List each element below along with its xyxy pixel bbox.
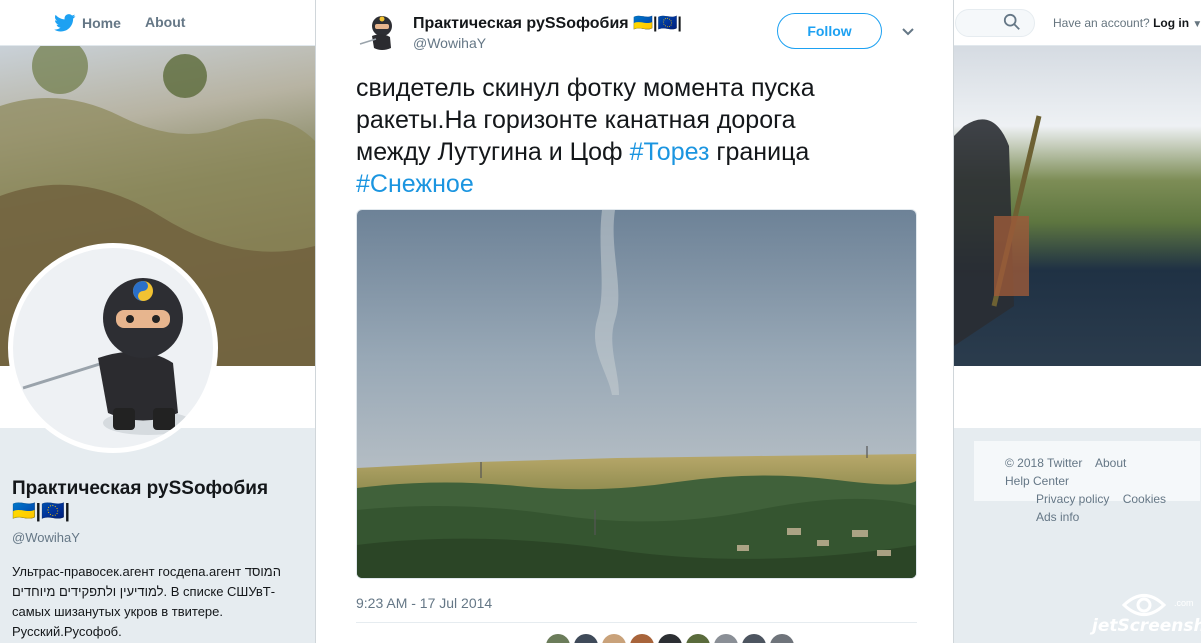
ninja-avatar-image [356,10,402,56]
footer-help-link[interactable]: Help Center [1005,474,1069,488]
follow-button[interactable]: Follow [777,13,882,49]
hashtag-link[interactable]: #Снежное [356,170,474,198]
twitter-bird-icon [54,14,76,32]
tweet-text-mid: граница [709,138,810,166]
tweet-text: свидетель скинул фотку момента пуска рак… [356,72,876,200]
liker-avatar[interactable] [574,634,598,643]
profile-name-text: Практическая руSSофобия [12,478,269,499]
tweet-timestamp[interactable]: 9:23 AM - 17 Jul 2014 [356,595,492,611]
bio-line: Ультрас-правосек.агент госдепа.агент המו… [12,564,281,579]
footer-copyright: © 2018 Twitter [1005,456,1083,470]
hashtag-link[interactable]: #Торез [630,138,710,166]
profile-bio: Ультрас-правосек.агент госдепа.агент המו… [12,562,307,642]
login-link[interactable]: Log in [1153,16,1189,30]
tweet-author-avatar[interactable] [356,10,402,56]
profile-avatar[interactable] [8,243,218,453]
bio-line: самых шизанутых укров в твитере. [12,604,224,619]
banner-image-right [954,46,1201,366]
tweet-stats-row [356,634,917,643]
tweet-photo[interactable] [356,209,917,579]
tweet-author-name-text: Практическая руSSофобия [413,15,629,32]
profile-name[interactable]: Практическая руSSофобия 🇺🇦|🇪🇺| [12,477,302,523]
tweet-author-flags: 🇺🇦|🇪🇺| [633,15,682,32]
search-icon[interactable] [1003,13,1021,31]
chevron-down-icon[interactable] [900,24,916,40]
divider [356,622,917,623]
nav-about[interactable]: About [145,14,185,30]
profile-flags: 🇺🇦|🇪🇺| [12,501,70,522]
nav-home-label: Home [82,15,121,31]
liker-avatar[interactable] [770,634,794,643]
liker-avatar[interactable] [546,634,570,643]
liker-avatar[interactable] [630,634,654,643]
have-account-text: Have an account? [1053,16,1150,30]
tweet-modal: Практическая руSSофобия 🇺🇦|🇪🇺| @WowihaY … [315,0,954,643]
liker-avatar[interactable] [714,634,738,643]
footer-cookies-link[interactable]: Cookies [1123,492,1166,506]
watermark-suffix: .com [1174,598,1194,608]
liker-avatar[interactable] [742,634,766,643]
chevron-down-icon[interactable]: ▼ [1192,19,1201,30]
footer-ads-link[interactable]: Ads info [1036,510,1079,524]
have-account: Have an account? Log in ▼ [1053,16,1201,30]
launch-photo-image [357,210,916,578]
watermark-logo: .com jetScreenshot [1092,592,1201,638]
footer-privacy-link[interactable]: Privacy policy [1036,492,1109,506]
footer-links: © 2018 Twitter About Help Center Privacy… [1005,454,1201,526]
bio-line: Русский.Русофоб. [12,624,122,639]
footer-about-link[interactable]: About [1095,456,1126,470]
search-input[interactable] [955,9,1035,37]
watermark-text: jetScreenshot [1092,616,1201,636]
ninja-avatar-image [22,278,193,435]
eye-icon [1122,594,1166,616]
profile-handle[interactable]: @WowihaY [12,530,80,545]
tweet-author-handle[interactable]: @WowihaY [413,35,486,51]
bio-line: למודיעין ולתפקידים מיוחדים. В списке СШУ… [12,584,276,599]
nav-home[interactable]: Home [54,14,121,32]
liker-avatar[interactable] [602,634,626,643]
liker-avatar[interactable] [686,634,710,643]
nav-about-label: About [145,14,186,30]
liker-avatar[interactable] [658,634,682,643]
tweet-author-name[interactable]: Практическая руSSофобия 🇺🇦|🇪🇺| [413,13,682,33]
